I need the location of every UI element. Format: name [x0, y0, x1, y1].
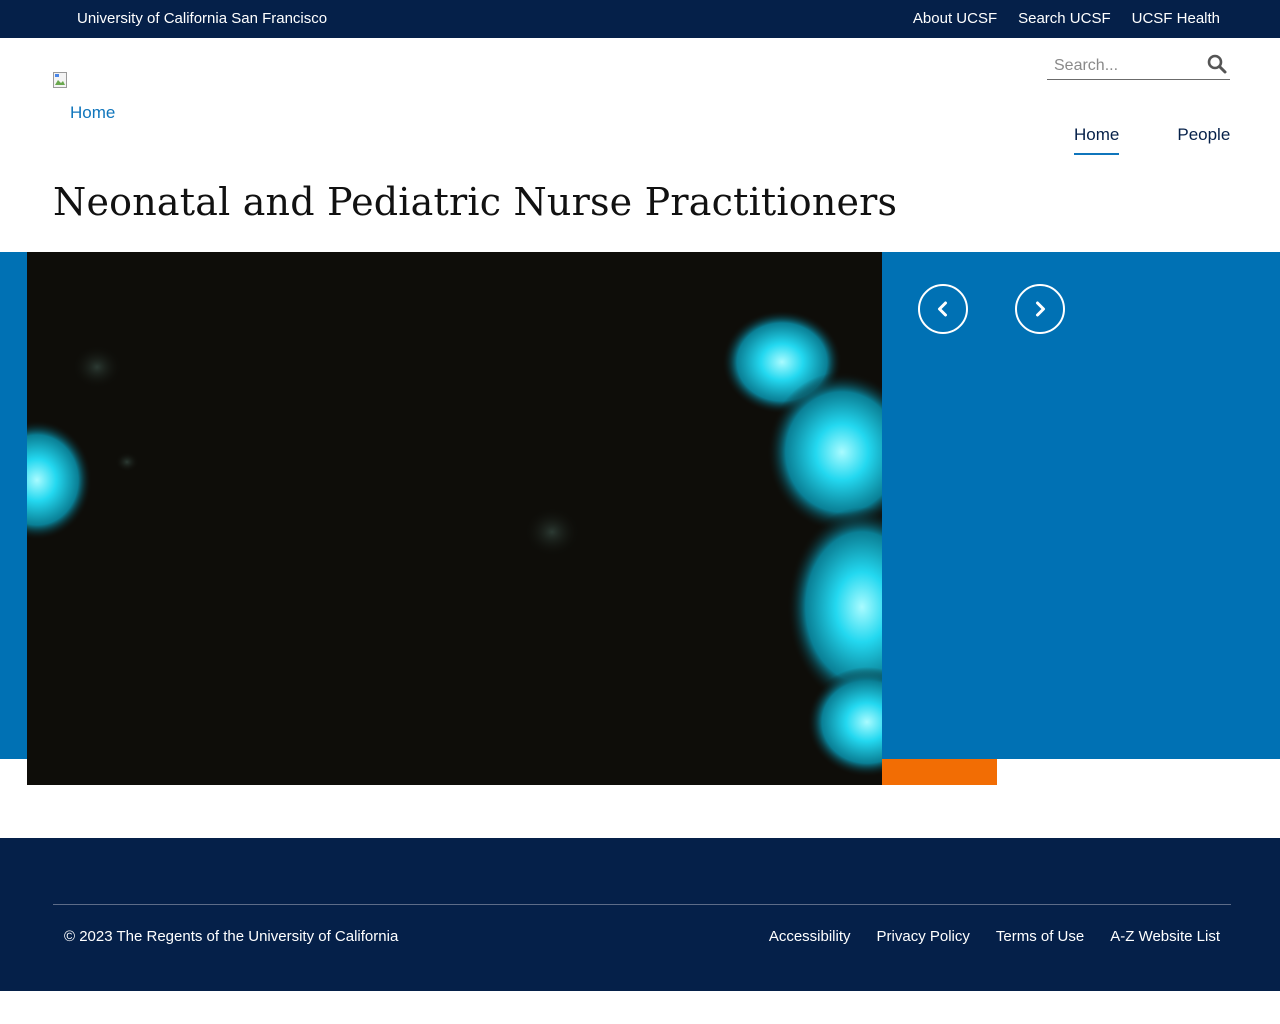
privacy-policy-link[interactable]: Privacy Policy [877, 928, 970, 945]
footer-divider [53, 904, 1231, 905]
nav-home[interactable]: Home [1074, 125, 1120, 155]
search-ucsf-link[interactable]: Search UCSF [1018, 10, 1111, 27]
copyright-text: © 2023 The Regents of the University of … [64, 928, 399, 945]
utility-links: About UCSF Search UCSF UCSF Health [913, 10, 1220, 27]
terms-of-use-link[interactable]: Terms of Use [996, 928, 1084, 945]
hero-image [27, 252, 882, 785]
search-icon[interactable] [1206, 53, 1228, 75]
utility-bar: University of California San Francisco A… [0, 0, 1280, 38]
footer-links: Accessibility Privacy Policy Terms of Us… [769, 928, 1220, 945]
carousel-prev-button[interactable] [918, 284, 968, 334]
page-title: Neonatal and Pediatric Nurse Practitione… [53, 180, 898, 224]
chevron-left-icon [938, 301, 947, 317]
site-footer: © 2023 The Regents of the University of … [0, 838, 1280, 991]
nav-people[interactable]: People [1177, 125, 1230, 155]
carousel-next-button[interactable] [1015, 284, 1065, 334]
main-navigation: Home People [1074, 125, 1230, 155]
about-ucsf-link[interactable]: About UCSF [913, 10, 997, 27]
broken-image-icon[interactable] [53, 72, 69, 88]
hero-accent-bar [882, 759, 997, 785]
site-search [1047, 52, 1230, 80]
chevron-right-icon [1036, 301, 1045, 317]
ucsf-brand-link[interactable]: University of California San Francisco [77, 10, 327, 27]
search-input[interactable] [1052, 54, 1201, 78]
ucsf-health-link[interactable]: UCSF Health [1132, 10, 1220, 27]
az-website-list-link[interactable]: A-Z Website List [1110, 928, 1220, 945]
home-logo-link[interactable]: Home [70, 103, 115, 123]
accessibility-link[interactable]: Accessibility [769, 928, 851, 945]
